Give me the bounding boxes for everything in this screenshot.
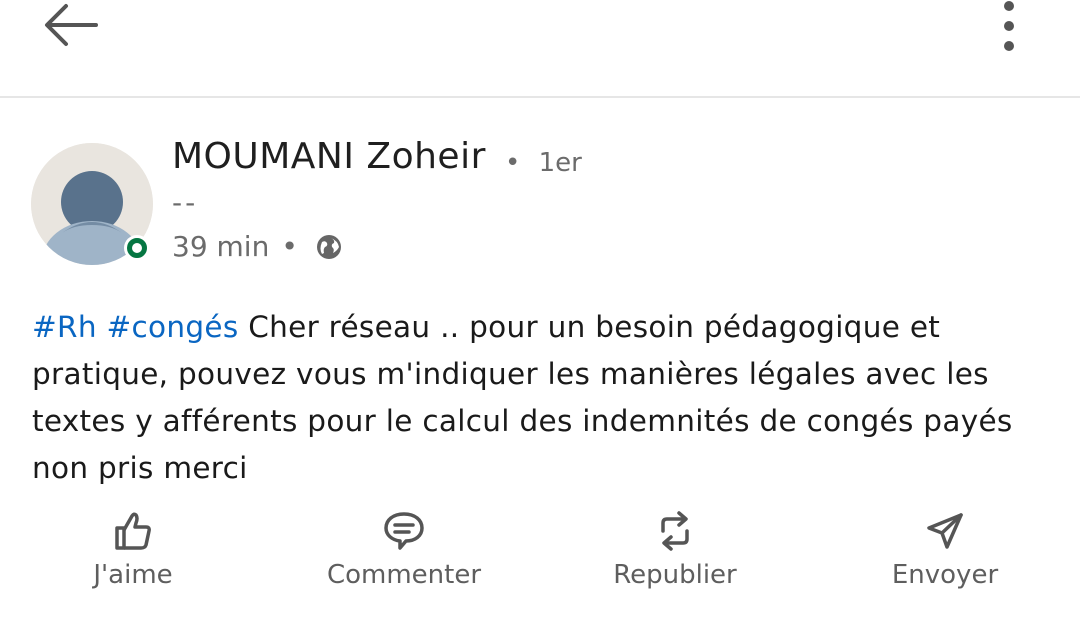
repost-button[interactable]: Republier: [575, 508, 775, 608]
post-actions-bar: J'aime Commenter Republier Envoyer: [0, 508, 1080, 608]
post-time: 39 min: [172, 230, 270, 263]
thumbs-up-icon: [113, 508, 153, 554]
back-button[interactable]: [36, 0, 106, 54]
arrow-left-icon: [42, 2, 100, 52]
send-label: Envoyer: [891, 560, 999, 590]
meta-separator: •: [281, 230, 298, 263]
top-app-bar: [0, 0, 1080, 98]
connection-degree: • 1er: [505, 148, 582, 178]
author-avatar[interactable]: [31, 143, 153, 265]
comment-label: Commenter: [326, 560, 482, 590]
globe-icon: [316, 234, 342, 260]
post-body: #Rh #congés Cher réseau .. pour un besoi…: [32, 304, 1042, 492]
repost-icon: [655, 508, 695, 554]
like-button[interactable]: J'aime: [33, 508, 233, 608]
hashtag-rh[interactable]: #Rh: [32, 310, 97, 344]
send-button[interactable]: Envoyer: [845, 508, 1045, 608]
comment-button[interactable]: Commenter: [304, 508, 504, 608]
more-vertical-icon: [1002, 0, 1016, 60]
repost-label: Republier: [613, 560, 737, 590]
degree-separator: •: [505, 148, 521, 178]
degree-label: 1er: [538, 148, 582, 178]
author-name[interactable]: MOUMANI Zoheir: [172, 136, 486, 177]
online-status-indicator: [124, 235, 150, 261]
like-label: J'aime: [93, 560, 173, 590]
comment-icon: [383, 508, 425, 554]
more-options-button[interactable]: [984, 0, 1034, 60]
send-icon: [925, 508, 965, 554]
author-headline: --: [172, 186, 199, 219]
post-meta: 39 min •: [172, 230, 342, 263]
hashtag-conges[interactable]: #congés: [107, 310, 239, 344]
